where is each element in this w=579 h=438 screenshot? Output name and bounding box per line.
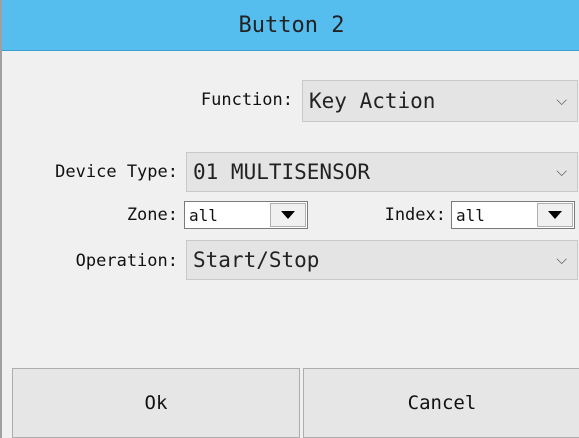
dialog: Button 2 Function: Key Action ⌵ Device T… [0, 0, 579, 438]
operation-dropdown[interactable]: Start/Stop ⌵ [186, 240, 578, 280]
zone-value: all [189, 205, 218, 225]
device-type-label: Device Type: [55, 162, 178, 182]
cancel-button[interactable]: Cancel [303, 368, 579, 438]
device-type-dropdown[interactable]: 01 MULTISENSOR ⌵ [186, 152, 578, 192]
index-value: all [456, 205, 485, 225]
operation-value: Start/Stop [193, 248, 320, 272]
device-type-value: 01 MULTISENSOR [193, 160, 371, 184]
ok-button-label: Ok [144, 392, 168, 414]
index-label: Index: [384, 205, 446, 225]
index-dropdown[interactable]: all [451, 201, 575, 229]
cancel-button-label: Cancel [407, 392, 477, 414]
zone-label: Zone: [126, 205, 178, 225]
chevron-down-icon: ⌵ [556, 252, 567, 268]
triangle-down-icon [281, 211, 295, 219]
function-dropdown[interactable]: Key Action ⌵ [302, 80, 578, 122]
ok-button[interactable]: Ok [12, 368, 300, 438]
dialog-title: Button 2 [238, 12, 345, 38]
chevron-down-icon: ⌵ [556, 164, 567, 180]
function-label: Function: [200, 90, 293, 110]
zone-dropdown[interactable]: all [184, 201, 308, 229]
operation-label: Operation: [75, 251, 178, 271]
index-dropdown-arrow-button[interactable] [537, 203, 573, 227]
function-value: Key Action [309, 89, 436, 113]
triangle-down-icon [548, 211, 562, 219]
chevron-down-icon: ⌵ [556, 93, 567, 109]
dialog-title-bar: Button 2 [2, 0, 579, 51]
zone-dropdown-arrow-button[interactable] [270, 203, 306, 227]
